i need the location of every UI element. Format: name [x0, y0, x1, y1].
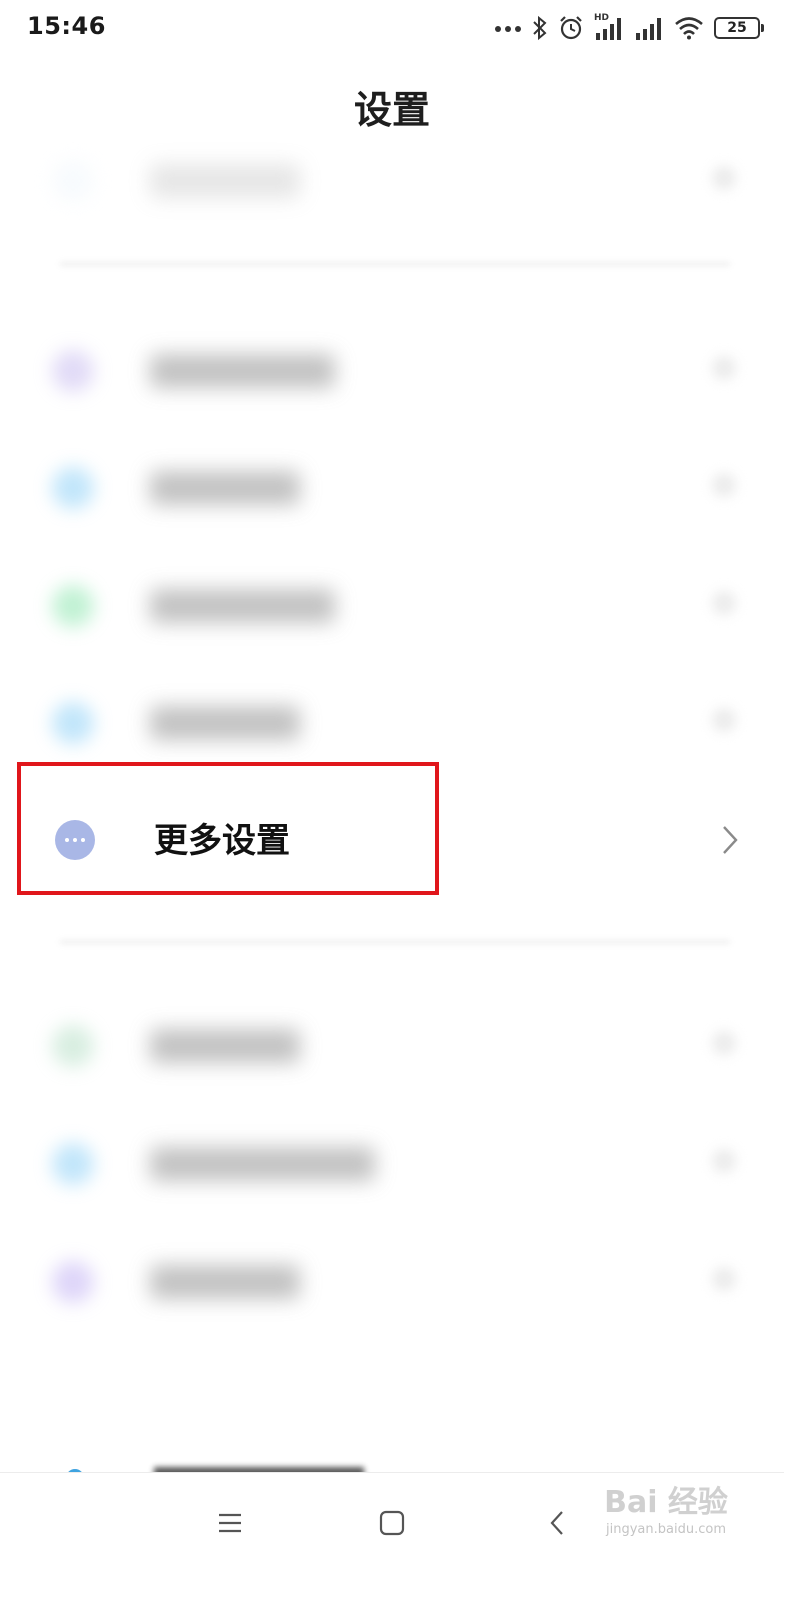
- section-divider: [60, 940, 730, 944]
- alarm-icon: [560, 16, 582, 40]
- chevron-right-icon: [723, 826, 738, 854]
- highlight-box: [17, 762, 439, 895]
- list-item[interactable]: [0, 555, 784, 655]
- wifi-icon: [675, 17, 703, 40]
- chevron-right-icon: [712, 1031, 736, 1055]
- blurred-setting-icon: [52, 1143, 94, 1185]
- chevron-right-icon: [712, 473, 736, 497]
- blurred-setting-label: [150, 1265, 300, 1299]
- list-item[interactable]: [0, 995, 784, 1095]
- blurred-setting-label: [150, 1147, 375, 1181]
- watermark-main: Bai 经验: [604, 1485, 728, 1520]
- section-divider: [60, 262, 730, 266]
- chevron-right-icon: [712, 708, 736, 732]
- watermark-sub: jingyan.baidu.com: [606, 1522, 726, 1537]
- blurred-setting-icon: [52, 160, 94, 202]
- blurred-setting-icon: [52, 702, 94, 744]
- list-item[interactable]: [0, 1113, 784, 1213]
- bluetooth-icon: [533, 15, 547, 41]
- blurred-setting-label: [150, 589, 335, 623]
- watermark: Bai 经验 jingyan.baidu.com: [586, 1484, 746, 1554]
- menu-button[interactable]: [210, 1503, 250, 1543]
- list-item[interactable]: [0, 437, 784, 537]
- chevron-right-icon: [712, 591, 736, 615]
- chevron-right-icon: [712, 1267, 736, 1291]
- blurred-setting-label: [150, 164, 300, 198]
- blurred-setting-label: [150, 471, 300, 505]
- home-icon: [379, 1510, 405, 1536]
- blurred-setting-label: [150, 354, 335, 388]
- status-bar: 15:46 HD 25: [0, 0, 784, 56]
- blurred-setting-icon: [52, 467, 94, 509]
- menu-icon: [219, 1513, 241, 1533]
- back-button[interactable]: [537, 1503, 577, 1543]
- blurred-setting-label: [150, 706, 300, 740]
- blurred-setting-label: [150, 1029, 300, 1063]
- blurred-setting-icon: [52, 585, 94, 627]
- chevron-right-icon: [712, 166, 736, 190]
- chevron-right-icon: [712, 356, 736, 380]
- back-icon: [550, 1511, 563, 1535]
- list-item[interactable]: [0, 130, 784, 230]
- home-button[interactable]: [372, 1503, 412, 1543]
- blurred-setting-icon: [52, 350, 94, 392]
- blurred-setting-icon: [52, 1025, 94, 1067]
- status-icons: HD 25: [494, 10, 764, 46]
- signal-icon: [636, 18, 661, 40]
- battery-level: 25: [727, 20, 747, 36]
- battery-icon: 25: [714, 17, 764, 39]
- list-item[interactable]: [0, 672, 784, 772]
- list-item[interactable]: [0, 1231, 784, 1331]
- blurred-setting-icon: [52, 1261, 94, 1303]
- more-dots-icon: [495, 26, 521, 32]
- hd-signal-icon: HD: [594, 14, 624, 42]
- status-time: 15:46: [27, 12, 106, 40]
- chevron-right-icon: [712, 1149, 736, 1173]
- list-item[interactable]: [0, 320, 784, 420]
